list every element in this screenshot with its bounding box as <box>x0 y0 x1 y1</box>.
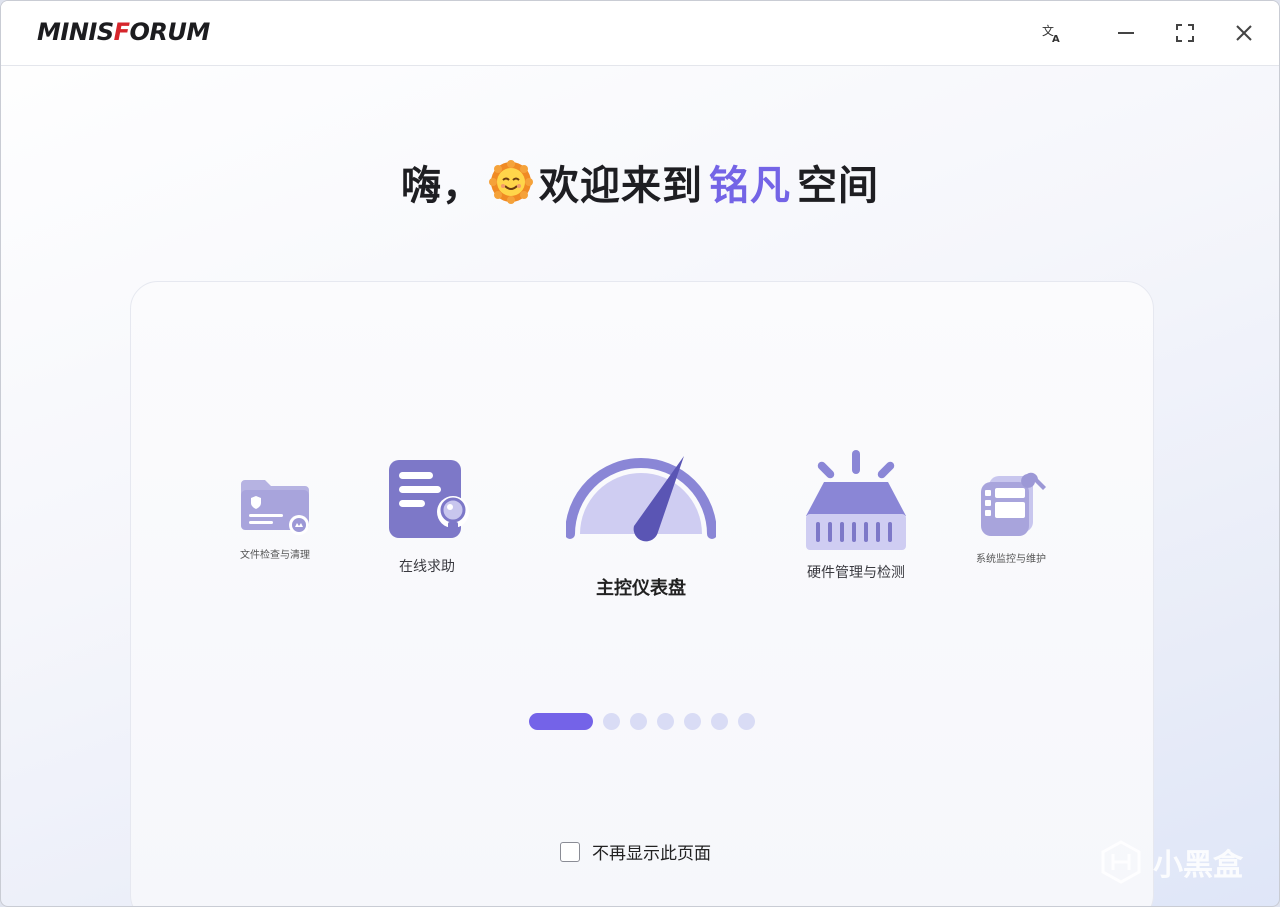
welcome-prefix: 嗨， <box>401 163 483 209</box>
feature-hardware[interactable]: 硬件管理与检测 <box>791 448 921 582</box>
feature-label: 硬件管理与检测 <box>807 565 905 581</box>
feature-system-monitor[interactable]: 系统监控与维护 <box>959 468 1063 565</box>
carousel-pagination <box>529 713 755 730</box>
logo-text-f: F <box>113 18 130 46</box>
welcome-suffix: 空间 <box>797 163 879 209</box>
welcome-heading: 嗨， 欢迎来到 铭凡 空间 <box>1 153 1279 211</box>
maximize-button[interactable] <box>1171 19 1199 47</box>
carousel-dot-3[interactable] <box>630 713 647 730</box>
feature-label: 在线求助 <box>399 559 455 575</box>
feature-online-help[interactable]: 在线求助 <box>375 458 479 576</box>
dont-show-checkbox[interactable] <box>560 841 580 862</box>
system-maintenance-icon <box>981 472 1046 536</box>
dont-show-label: 不再显示此页面 <box>592 844 711 864</box>
feature-carousel-card: 文件检查与清理 在线求助 主控仪表盘 硬件管理与检测 系统监控与维护 不再显示此… <box>130 281 1154 906</box>
carousel-dot-4[interactable] <box>657 713 674 730</box>
watermark-text: 小黑盒 <box>1153 848 1243 883</box>
carousel-dot-2[interactable] <box>603 713 620 730</box>
logo-text-minis: MINIS <box>37 18 114 46</box>
svg-text:A: A <box>1052 34 1060 44</box>
watermark: 小黑盒 <box>1099 840 1243 884</box>
carousel-dot-1[interactable] <box>529 713 593 730</box>
title-bar: MINISFORUM 文 A <box>1 1 1279 66</box>
carousel-dot-5[interactable] <box>684 713 701 730</box>
close-button[interactable] <box>1230 19 1258 47</box>
feature-label: 文件检查与清理 <box>240 550 310 561</box>
maximize-icon <box>1176 24 1194 42</box>
app-window: MINISFORUM 文 A 嗨， 欢迎来到 铭凡 空间 文件检查与清理 在线求… <box>0 0 1280 907</box>
translate-icon: 文 A <box>1042 23 1060 44</box>
feature-label: 系统监控与维护 <box>976 554 1046 565</box>
hardware-chip-icon <box>806 450 906 550</box>
smiling-sun-icon <box>489 160 533 204</box>
folder-shield-icon <box>241 480 309 535</box>
welcome-middle: 欢迎来到 <box>539 163 703 209</box>
minimize-button[interactable] <box>1112 19 1140 47</box>
logo-text-orum: ORUM <box>129 18 211 46</box>
dashboard-gauge-icon <box>565 456 717 542</box>
translate-button[interactable]: 文 A <box>1038 19 1066 47</box>
feature-dashboard[interactable]: 主控仪表盘 <box>561 448 721 600</box>
welcome-brand: 铭凡 <box>709 163 791 209</box>
carousel-dot-7[interactable] <box>738 713 755 730</box>
xiaoheihe-logo-icon <box>1101 840 1141 884</box>
carousel-dot-6[interactable] <box>711 713 728 730</box>
feature-label: 主控仪表盘 <box>596 578 686 599</box>
minimize-icon <box>1118 32 1134 34</box>
dont-show-again[interactable]: 不再显示此页面 <box>560 839 711 864</box>
minisforum-logo: MINISFORUM <box>37 18 210 46</box>
feature-file-check[interactable]: 文件检查与清理 <box>223 472 327 561</box>
close-icon <box>1236 25 1252 41</box>
help-document-icon <box>389 460 469 538</box>
